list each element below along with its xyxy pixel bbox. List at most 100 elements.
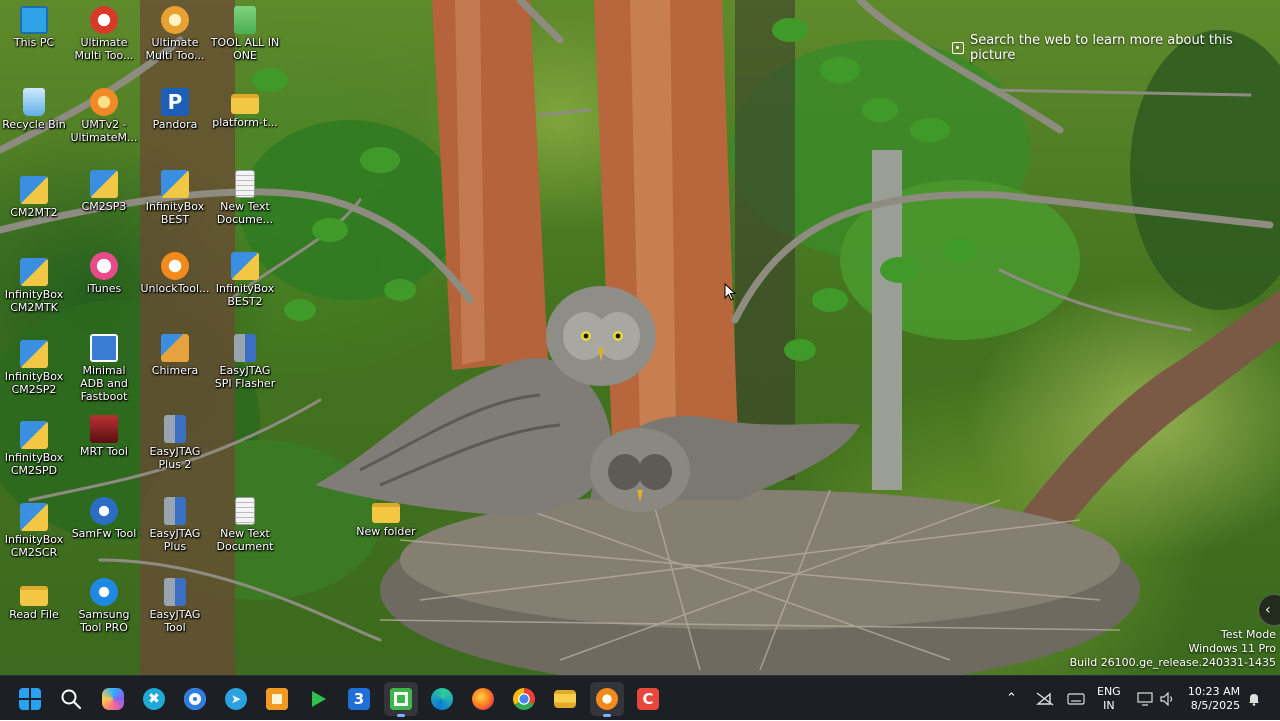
- test-mode-watermark: Test Mode Windows 11 Pro Build 26100.ge_…: [1070, 628, 1276, 670]
- display-button[interactable]: [1137, 676, 1153, 721]
- desktop-icon-minimal-adb[interactable]: Minimal ADB and Fastboot: [69, 334, 139, 403]
- camtasia-icon: [390, 688, 412, 710]
- desktop-icon-platform-tools[interactable]: platform-t...: [210, 88, 280, 129]
- chat-app-button[interactable]: [178, 682, 212, 716]
- recorder-button[interactable]: [260, 682, 294, 716]
- file-explorer-button[interactable]: [548, 682, 582, 716]
- red-app-icon: C: [637, 688, 659, 710]
- camtasia-button[interactable]: [384, 682, 418, 717]
- desktop-icon-cm2mt2[interactable]: CM2MT2: [0, 176, 69, 219]
- desktop-icon-infinitybox-cm2mtk[interactable]: InfinityBox CM2MTK: [0, 258, 69, 314]
- desktop-icon-umt-1[interactable]: Ultimate Multi Too...: [69, 6, 139, 62]
- chrome-icon: [513, 688, 535, 710]
- desktop-icon-infinitybox-cm2scr[interactable]: InfinityBox CM2SCR: [0, 503, 69, 559]
- app-3-button[interactable]: 3: [342, 682, 376, 716]
- infinity-icon: [20, 258, 48, 286]
- keyboard-icon: [1067, 692, 1085, 705]
- desktop-icon-infinitybox-cm2sp2[interactable]: InfinityBox CM2SP2: [0, 340, 69, 396]
- chrome-button[interactable]: [507, 682, 541, 716]
- monitor-icon: [1137, 691, 1153, 706]
- notification-bell-icon: [1249, 693, 1259, 706]
- desktop-icon-this-pc[interactable]: This PC: [0, 6, 69, 49]
- volume-button[interactable]: [1160, 676, 1176, 721]
- text-document-icon: [235, 170, 255, 198]
- desktop-icon-new-text-document-2[interactable]: New Text Document: [210, 497, 280, 553]
- firefox-button[interactable]: [466, 682, 500, 716]
- snipping-tool-button[interactable]: ✖: [137, 682, 171, 716]
- telegram-icon: ➤: [225, 688, 247, 710]
- infinity-icon: [161, 170, 189, 198]
- red-app-button[interactable]: C: [631, 682, 665, 716]
- desktop-icon-easyjtag-plus[interactable]: EasyJTAG Plus: [140, 497, 210, 553]
- chevron-up-icon: ⌃: [1006, 691, 1017, 706]
- desktop-icon-umt-2[interactable]: Ultimate Multi Too...: [140, 6, 210, 62]
- start-button[interactable]: [13, 682, 47, 716]
- desktop-icon-pandora[interactable]: P Pandora: [140, 88, 210, 131]
- desktop-icon-chimera[interactable]: Chimera: [140, 334, 210, 377]
- keyboard-button[interactable]: [1067, 676, 1085, 721]
- input-language-button[interactable]: ENG IN: [1097, 676, 1121, 721]
- network-offline-icon: [1036, 691, 1054, 706]
- watermark-line-3: Build 26100.ge_release.240331-1435: [1069, 656, 1276, 669]
- edge-button[interactable]: [425, 682, 459, 716]
- network-status-button[interactable]: [1036, 676, 1054, 721]
- mrt-icon: [90, 415, 118, 443]
- desktop-icon-umtv2[interactable]: UMTv2 - UltimateM...: [69, 88, 139, 144]
- search-button[interactable]: [54, 682, 88, 716]
- recorder-icon: [266, 688, 288, 710]
- play-app-button[interactable]: [301, 682, 335, 716]
- clock-button[interactable]: 10:23 AM 8/5/2025: [1186, 676, 1242, 721]
- clock-time: 10:23 AM: [1187, 684, 1241, 698]
- search-icon: [61, 689, 82, 710]
- spotlight-text: Search the web to learn more about this …: [969, 33, 1233, 63]
- desktop-icon-infinitybox-best[interactable]: InfinityBox BEST: [140, 170, 210, 226]
- umt-icon: [90, 6, 118, 34]
- telegram-button[interactable]: ➤: [219, 682, 253, 716]
- windows-logo-icon: [19, 688, 41, 710]
- infinity-icon: [231, 252, 259, 280]
- infinity-icon: [20, 176, 48, 204]
- show-hidden-icons-button[interactable]: ⌃: [1006, 676, 1017, 721]
- desktop-icon-samfw-tool[interactable]: SamFw Tool: [69, 497, 139, 540]
- desktop-icon-read-file[interactable]: Read File: [0, 580, 69, 621]
- desktop-icon-mrt-tool[interactable]: MRT Tool: [69, 415, 139, 458]
- infinity-icon: [90, 170, 118, 198]
- pandora-icon: P: [161, 88, 189, 116]
- desktop-icon-new-folder[interactable]: New folder: [351, 497, 421, 538]
- adb-icon: [90, 334, 118, 362]
- copilot-button[interactable]: [96, 682, 130, 716]
- desktop-icon-recycle-bin[interactable]: Recycle Bin: [0, 88, 69, 131]
- spotlight-camera-icon: [952, 42, 964, 54]
- desktop-icon-itunes[interactable]: iTunes: [69, 252, 139, 295]
- infinity-icon: [20, 503, 48, 531]
- notifications-button[interactable]: [1247, 676, 1261, 721]
- desktop-icon-easyjtag-spi-flasher[interactable]: EasyJTAG SPI Flasher: [210, 334, 280, 390]
- desktop-icon-new-text-document-1[interactable]: New Text Docume...: [210, 170, 280, 226]
- chimera-icon: [161, 334, 189, 362]
- desktop-icon-unlocktool[interactable]: UnlockTool...: [140, 252, 210, 295]
- taskbar: ✖ ➤ 3 C ⌃ ENG IN 10:23 AM 8/5/2025: [0, 675, 1280, 720]
- mouse-cursor-icon: [724, 283, 736, 301]
- easyjtag-icon: [164, 497, 186, 525]
- unlocktool-taskbar-button[interactable]: [590, 682, 624, 717]
- desktop-icon-infinitybox-best2[interactable]: InfinityBox BEST2: [210, 252, 280, 308]
- snipping-tool-icon: ✖: [143, 688, 165, 710]
- infinity-icon: [20, 340, 48, 368]
- desktop-icon-easyjtag-tool[interactable]: EasyJTAG Tool: [140, 578, 210, 634]
- desktop-icon-samsung-tool-pro[interactable]: Samsung Tool PRO: [69, 578, 139, 634]
- desktop-icon-cm2sp3[interactable]: CM2SP3: [69, 170, 139, 213]
- copilot-icon: [102, 688, 124, 710]
- chat-icon: [184, 688, 206, 710]
- spotlight-search-link[interactable]: Search the web to learn more about this …: [952, 33, 1280, 63]
- desktop-icon-tool-all-in-one[interactable]: TOOL ALL IN ONE: [210, 6, 280, 62]
- umt-icon: [90, 88, 118, 116]
- easyjtag-icon: [164, 578, 186, 606]
- desktop-icon-infinitybox-cm2spd[interactable]: InfinityBox CM2SPD: [0, 421, 69, 477]
- language-code: ENG: [1097, 684, 1121, 698]
- folder-icon: [372, 503, 400, 523]
- play-icon: [312, 691, 326, 707]
- desktop-icon-easyjtag-plus-2[interactable]: EasyJTAG Plus 2: [140, 415, 210, 471]
- edge-icon: [431, 688, 453, 710]
- firefox-icon: [472, 688, 494, 710]
- folder-icon: [20, 586, 48, 606]
